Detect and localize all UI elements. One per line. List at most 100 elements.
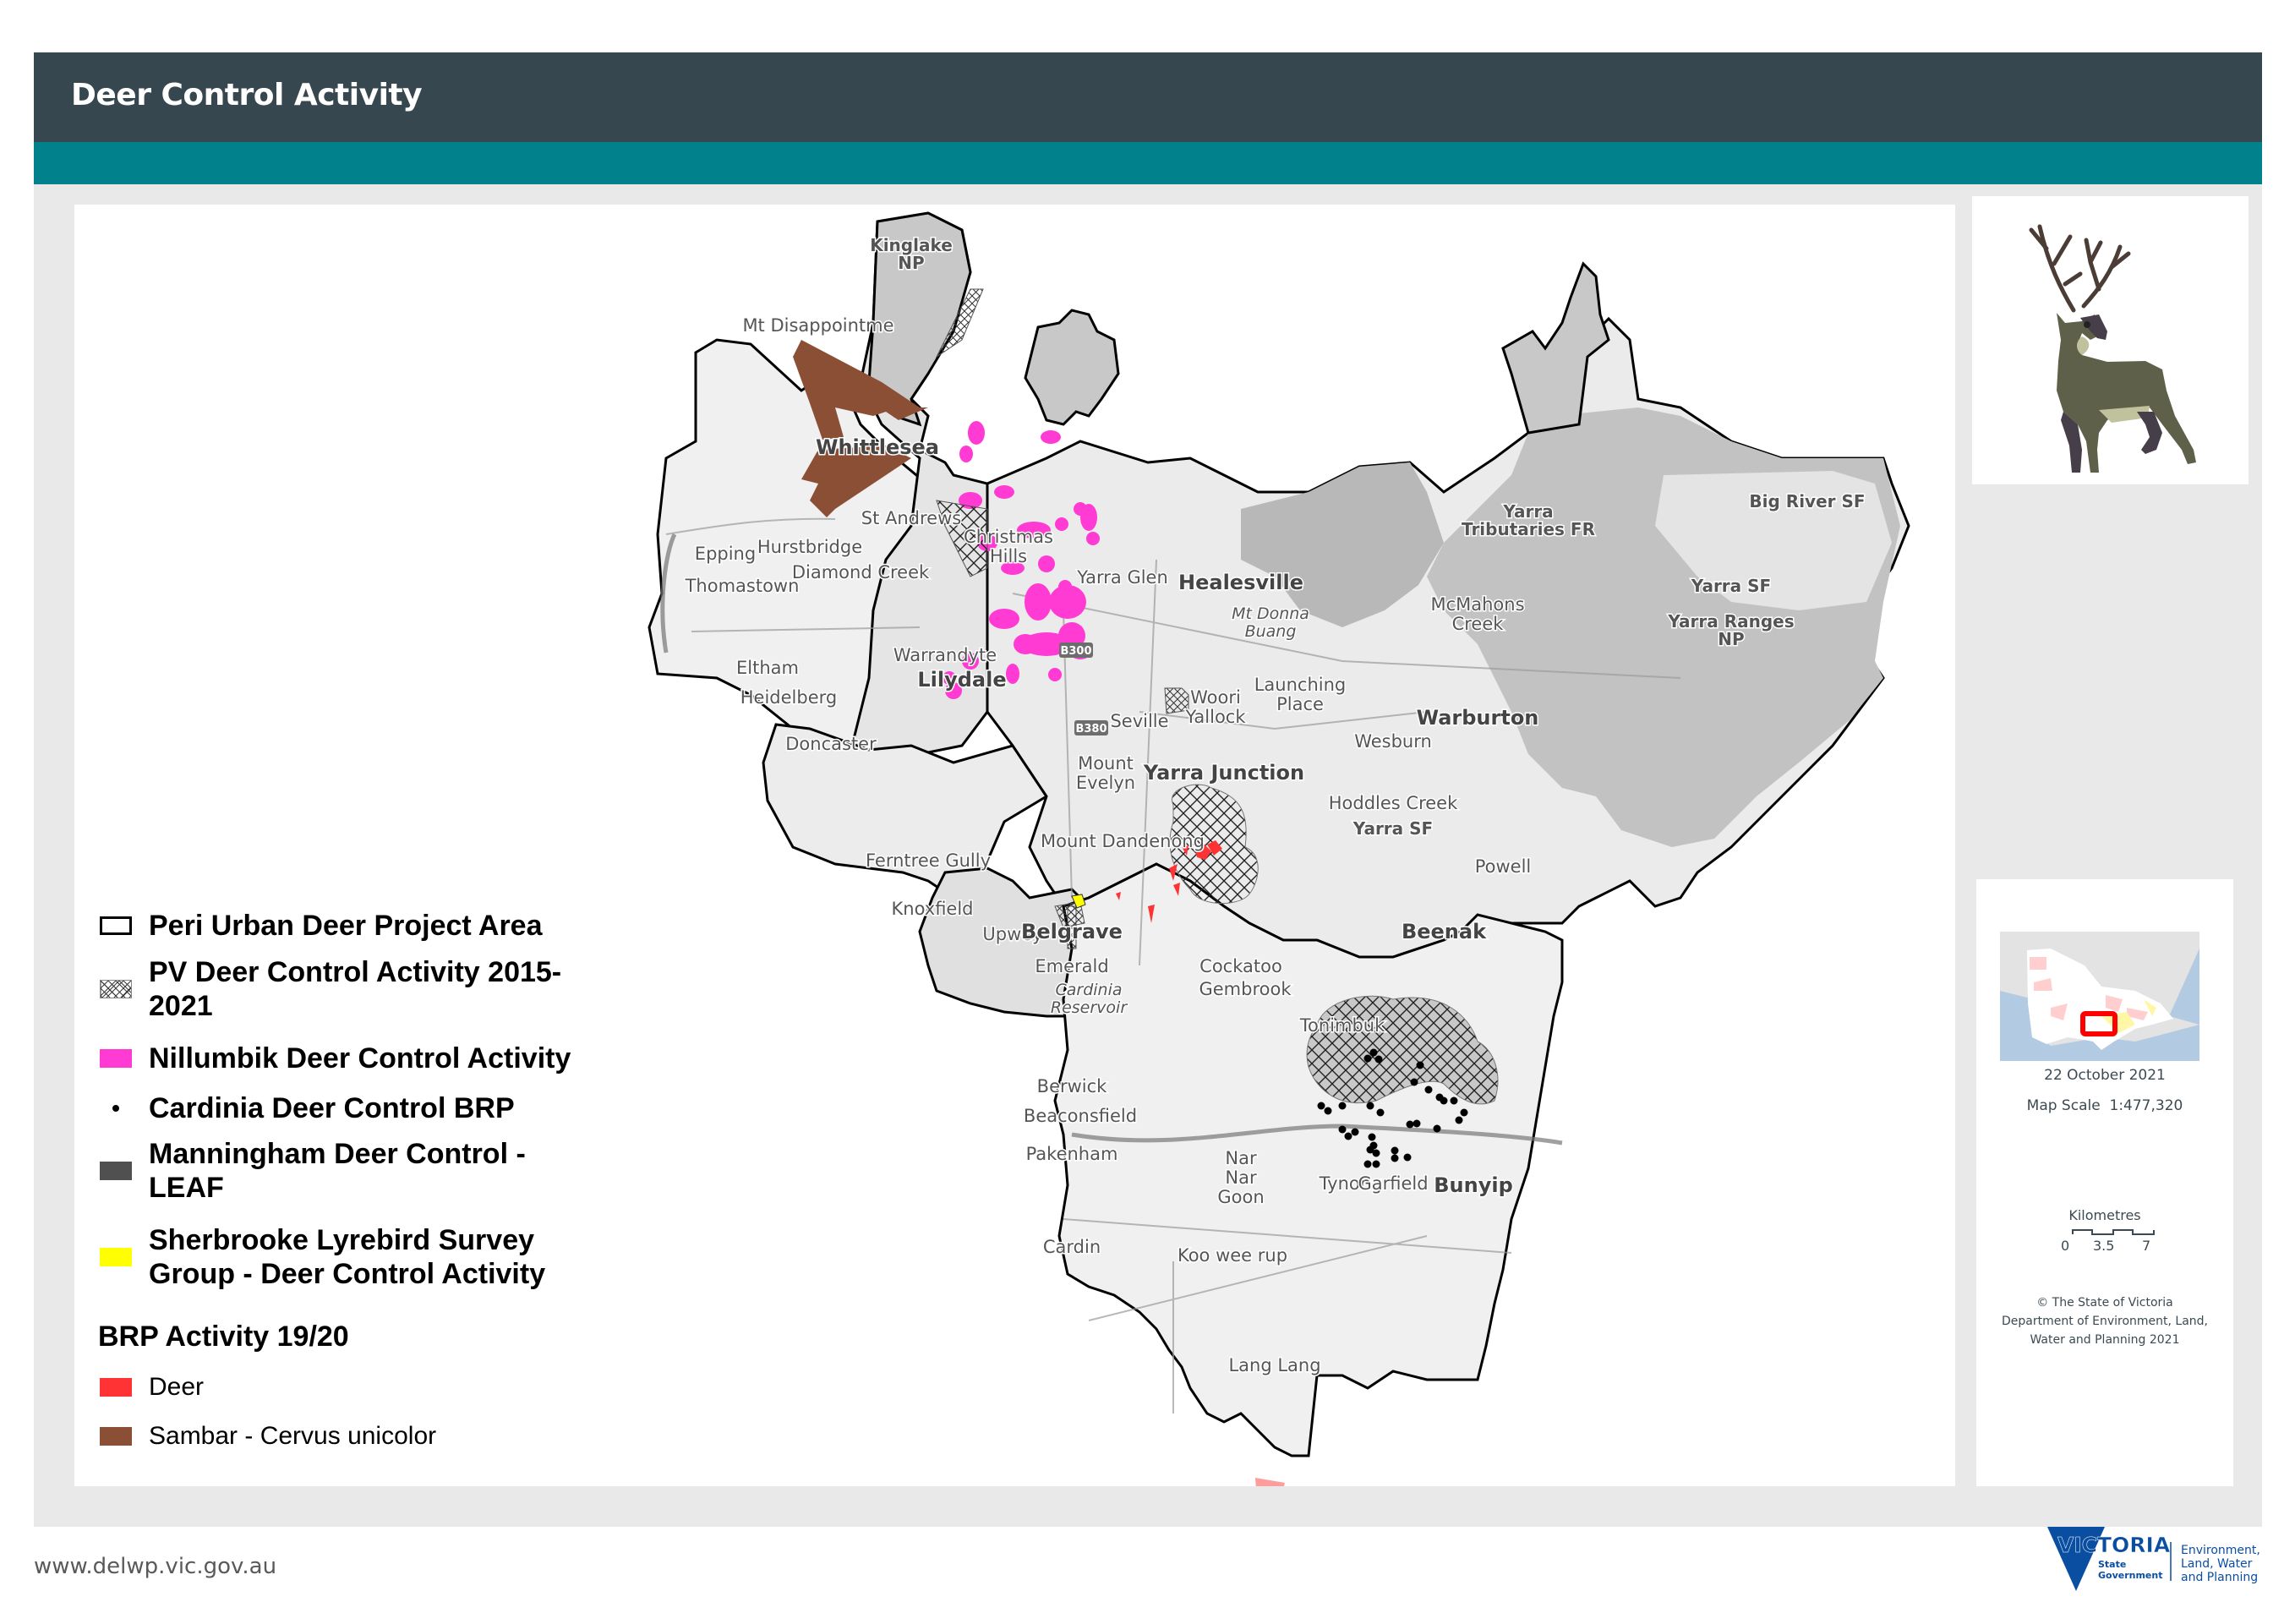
place-label: Doncaster xyxy=(785,734,877,754)
place-label: Gembrook xyxy=(1199,979,1292,999)
cardinia-dot xyxy=(1376,1108,1385,1117)
place-label: Wesburn xyxy=(1354,731,1432,752)
legend-label-line2: 2021 xyxy=(149,990,213,1022)
place-label: Powell xyxy=(1475,856,1532,877)
magenta-swatch-icon xyxy=(100,1049,132,1068)
victoria-triangle-icon: VICTORIA State Government Environment, L… xyxy=(2047,1527,2260,1591)
legend-label: Cardinia Deer Control BRP xyxy=(149,1092,515,1124)
legend-item-sambar: Sambar - Cervus unicolor xyxy=(100,1419,436,1453)
legend-label-line2: Group - Deer Control Activity xyxy=(149,1258,546,1290)
cardinia-dot xyxy=(1450,1096,1458,1105)
offmap-fragment xyxy=(1255,1478,1285,1486)
nillumbik-patch xyxy=(989,609,1019,629)
place-label: Woori Yallock xyxy=(1184,687,1246,727)
place-label: Cardin xyxy=(1043,1237,1101,1257)
place-label: Tonimbuk xyxy=(1299,1015,1385,1036)
place-label: Warburton xyxy=(1417,706,1539,730)
legend-label: Deer xyxy=(149,1373,205,1401)
place-label: Mount Evelyn xyxy=(1076,753,1135,793)
place-label: Koo wee rup xyxy=(1178,1245,1287,1266)
cardinia-dot xyxy=(1363,1054,1372,1063)
cardinia-dot xyxy=(1324,1107,1332,1115)
cardinia-dot xyxy=(1368,1133,1376,1141)
dot-icon xyxy=(100,1099,132,1118)
cardinia-dot xyxy=(1363,1160,1372,1168)
place-label: Heidelberg xyxy=(740,687,837,708)
scalebar-icon xyxy=(2072,1229,2155,1235)
legend-label: Nillumbik Deer Control Activity xyxy=(149,1042,571,1074)
legend-label-line1: Sherbrooke Lyrebird Survey xyxy=(149,1224,535,1256)
place-label: Ferntree Gully xyxy=(866,850,991,871)
place-label: Whittlesea xyxy=(816,435,939,459)
nillumbik-patch xyxy=(1049,585,1086,619)
victoria-government-logo: VICTORIA State Government Environment, L… xyxy=(2046,1527,2291,1594)
legend-brp-heading: BRP Activity 19/20 xyxy=(98,1320,349,1353)
place-label: Mt Disappointme xyxy=(742,315,893,336)
legend-item-cardinia: Cardinia Deer Control BRP xyxy=(100,1091,515,1125)
legend-label-line1: PV Deer Control Activity 2015- xyxy=(149,956,562,988)
scalebar-unit: Kilometres xyxy=(2068,1207,2141,1223)
place-label: Knoxfield xyxy=(891,899,973,919)
cardinia-dot xyxy=(1338,1125,1347,1134)
legend-item-sherbrooke: Sherbrooke Lyrebird Survey Group - Deer … xyxy=(100,1223,545,1291)
legend-label-line2: LEAF xyxy=(149,1172,224,1204)
place-label: Cardinia Reservoir xyxy=(1051,981,1128,1017)
copyright-notice: © The State of Victoria Department of En… xyxy=(1976,1293,2233,1349)
legend-item-manningham: Manningham Deer Control - LEAF xyxy=(100,1137,526,1205)
place-label: Lilydale xyxy=(917,668,1006,692)
place-label: Thomastown xyxy=(685,576,800,596)
place-label: Yarra Glen xyxy=(1076,567,1168,588)
map-panel[interactable]: Kinglake NP Mt Disappointme Whittlesea St An… xyxy=(74,205,1955,1486)
place-label: Yarra SF xyxy=(1691,576,1771,596)
place-label: Pakenham xyxy=(1026,1144,1118,1164)
header-accent-band xyxy=(34,142,2262,184)
map-scale-label: Map Scale xyxy=(2026,1097,2101,1114)
place-label: Belgrave xyxy=(1021,920,1123,943)
nillumbik-patch xyxy=(994,485,1014,499)
cardinia-dot xyxy=(1424,1085,1433,1094)
cardinia-dot xyxy=(1460,1108,1468,1117)
place-label: Hoddles Creek xyxy=(1329,793,1458,813)
legend-label: Sambar - Cervus unicolor xyxy=(149,1422,437,1450)
cardinia-dot xyxy=(1344,1132,1352,1140)
place-label: Eltham xyxy=(736,658,799,678)
cardinia-dot xyxy=(1406,1120,1414,1129)
legend-item-nillumbik: Nillumbik Deer Control Activity xyxy=(100,1042,571,1075)
crosshatch-icon xyxy=(100,980,132,998)
map-canvas[interactable]: Kinglake NPMt DisappointmeWhittleseaSt An… xyxy=(74,205,1955,1486)
cardinia-dot xyxy=(1366,1102,1374,1110)
cardinia-dot xyxy=(1416,1061,1424,1069)
red-swatch-icon xyxy=(100,1378,132,1397)
place-label: Beaconsfield xyxy=(1024,1106,1137,1126)
nillumbik-patch xyxy=(968,421,985,445)
page-title: Deer Control Activity xyxy=(71,78,423,112)
footer-website-link[interactable]: www.delwp.vic.gov.au xyxy=(34,1554,276,1579)
cardinia-dot xyxy=(1351,1128,1359,1136)
place-label: Berwick xyxy=(1037,1076,1108,1096)
nillumbik-patch xyxy=(1006,664,1019,684)
cardinia-dot xyxy=(1403,1153,1412,1162)
cardinia-dot xyxy=(1391,1154,1399,1162)
nillumbik-patch xyxy=(959,446,973,462)
road-shield-b300: B300 xyxy=(1060,645,1091,658)
place-label: Lang Lang xyxy=(1228,1355,1320,1375)
cardinia-dot xyxy=(1391,1146,1399,1155)
map-date: 22 October 2021 xyxy=(2044,1067,2166,1084)
cardinia-dot xyxy=(1338,1102,1347,1110)
place-label: Seville xyxy=(1110,711,1168,731)
legend-label-line1: Manningham Deer Control - xyxy=(149,1138,526,1170)
logo-dept-line: and Planning xyxy=(2181,1571,2258,1584)
victoria-locator-map xyxy=(2000,932,2199,1061)
logo-dept-line: Environment, xyxy=(2181,1544,2260,1557)
place-label: Cockatoo xyxy=(1199,956,1282,976)
map-info-panel: 22 October 2021 Map Scale 1:477,320 Kilo… xyxy=(1976,879,2233,1486)
legend-item-pv: PV Deer Control Activity 2015- 2021 xyxy=(100,955,561,1023)
logo-sub-line: State xyxy=(2098,1559,2126,1570)
legend-item-deer: Deer xyxy=(100,1370,204,1404)
cardinia-dot xyxy=(1410,1078,1418,1086)
scalebar-tick: 7 xyxy=(2142,1238,2151,1254)
map-scale-value: 1:477,320 xyxy=(2109,1097,2183,1114)
scalebar-tick: 0 xyxy=(2061,1238,2070,1254)
legend-item-peri-urban: Peri Urban Deer Project Area xyxy=(100,909,543,943)
nillumbik-patch xyxy=(1086,532,1100,545)
